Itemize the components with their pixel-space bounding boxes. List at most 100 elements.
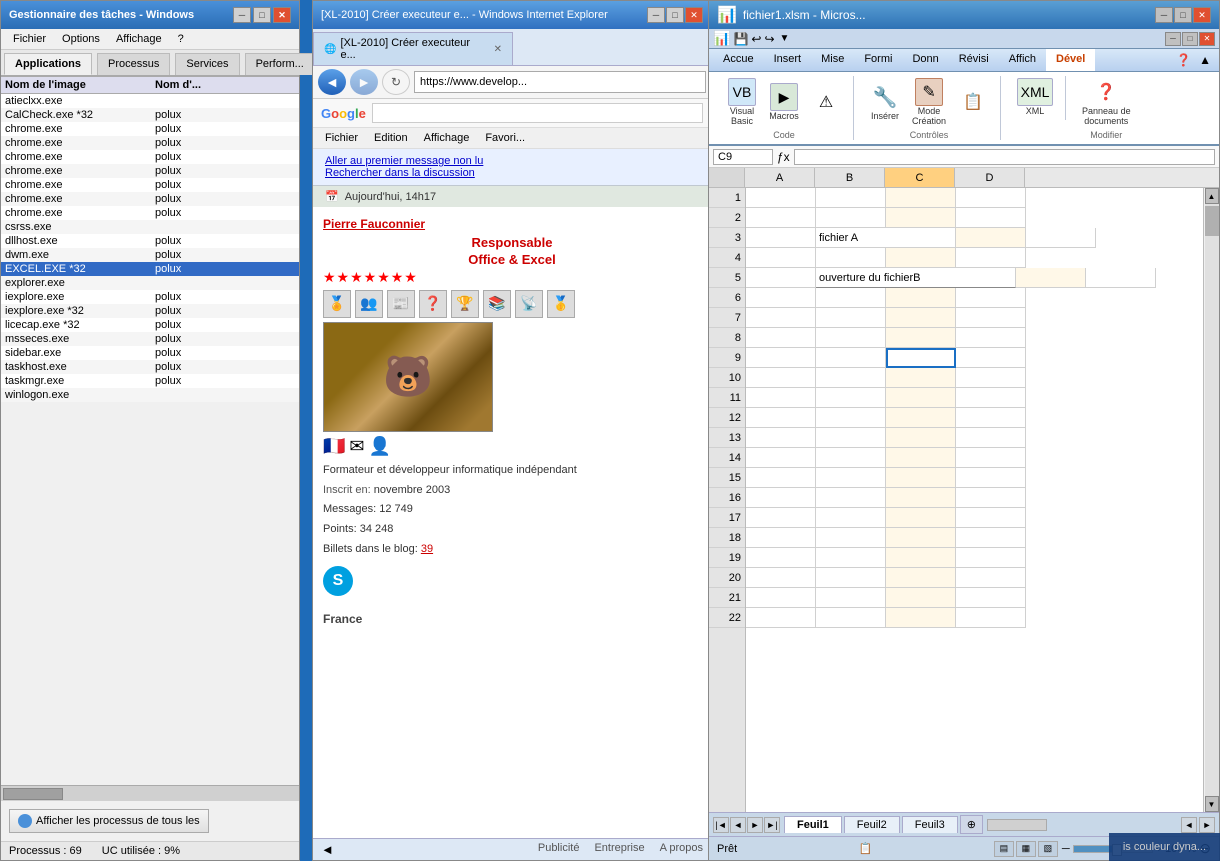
zoom-out-button[interactable]: ─ — [1062, 843, 1070, 855]
ribbon-tab-affichage[interactable]: Affich — [999, 49, 1046, 71]
inner-minimize-button[interactable]: ─ — [1165, 32, 1181, 46]
cell-A4[interactable] — [746, 248, 816, 268]
cell-D3[interactable] — [1026, 228, 1096, 248]
col-header-a[interactable]: A — [745, 168, 815, 187]
close-button[interactable]: ✕ — [273, 7, 291, 23]
browser-close-button[interactable]: ✕ — [685, 7, 703, 23]
sheet-nav-prev[interactable]: ◄ — [730, 817, 746, 833]
table-row[interactable]: iexplore.exepolux — [1, 290, 299, 304]
table-row[interactable]: dwm.exepolux — [1, 248, 299, 262]
mode-creation-button[interactable]: ✎ ModeCréation — [908, 76, 950, 128]
cell-C11[interactable] — [886, 388, 956, 408]
cell-B22[interactable] — [816, 608, 886, 628]
cell-B12[interactable] — [816, 408, 886, 428]
vertical-scrollbar[interactable]: ▲ ▼ — [1203, 188, 1219, 812]
visual-basic-button[interactable]: VB VisualBasic — [723, 76, 761, 128]
menu-help[interactable]: ? — [170, 31, 192, 47]
col-header-b[interactable]: B — [815, 168, 885, 187]
minimize-button[interactable]: ─ — [233, 7, 251, 23]
poster-name[interactable]: Pierre Fauconnier — [323, 217, 701, 231]
table-row[interactable]: EXCEL.EXE *32polux — [1, 262, 299, 276]
cell-D20[interactable] — [956, 568, 1026, 588]
cell-B15[interactable] — [816, 468, 886, 488]
cell-C13[interactable] — [886, 428, 956, 448]
footer-apropos[interactable]: A propos — [660, 842, 703, 857]
table-row[interactable]: chrome.exepolux — [1, 178, 299, 192]
table-row[interactable]: chrome.exepolux — [1, 206, 299, 220]
cell-C21[interactable] — [886, 588, 956, 608]
cell-D4[interactable] — [956, 248, 1026, 268]
browser-menu-fichier[interactable]: Fichier — [317, 130, 366, 146]
row-header[interactable]: 22 — [709, 608, 745, 628]
cell-C8[interactable] — [886, 328, 956, 348]
row-header[interactable]: 14 — [709, 448, 745, 468]
sheet-tab-feuil2[interactable]: Feuil2 — [844, 816, 900, 833]
cell-D7[interactable] — [956, 308, 1026, 328]
table-row[interactable]: dllhost.exepolux — [1, 234, 299, 248]
cell-A20[interactable] — [746, 568, 816, 588]
cell-A10[interactable] — [746, 368, 816, 388]
cell-B14[interactable] — [816, 448, 886, 468]
cell-A14[interactable] — [746, 448, 816, 468]
cell-B9[interactable] — [816, 348, 886, 368]
macro-security-button[interactable]: ⚠ — [807, 86, 845, 118]
col-header-d[interactable]: D — [955, 168, 1025, 187]
cell-A9[interactable] — [746, 348, 816, 368]
cell-C2[interactable] — [886, 208, 956, 228]
insert-control-button[interactable]: 🔧 Insérer — [866, 81, 904, 123]
cell-A12[interactable] — [746, 408, 816, 428]
footer-publicite[interactable]: Publicité — [538, 842, 580, 857]
browser-maximize-button[interactable]: □ — [666, 7, 684, 23]
cell-reference-box[interactable] — [713, 149, 773, 165]
sheet-nav-next[interactable]: ► — [747, 817, 763, 833]
nav-msg-1[interactable]: Aller au premier message non lu — [325, 155, 699, 167]
col-header-c[interactable]: C — [885, 168, 955, 187]
qat-dropdown-icon[interactable]: ▼ — [780, 33, 790, 44]
maximize-button[interactable]: □ — [253, 7, 271, 23]
menu-fichier[interactable]: Fichier — [5, 31, 54, 47]
sheet-nav-right-2[interactable]: ► — [1199, 817, 1215, 833]
cell-D11[interactable] — [956, 388, 1026, 408]
cell-C17[interactable] — [886, 508, 956, 528]
table-row[interactable]: licecap.exe *32polux — [1, 318, 299, 332]
sheet-hscroll-thumb[interactable] — [987, 819, 1047, 831]
tab-applications[interactable]: Applications — [4, 53, 92, 75]
cell-C7[interactable] — [886, 308, 956, 328]
cell-D15[interactable] — [956, 468, 1026, 488]
cell-B6[interactable] — [816, 288, 886, 308]
row-header[interactable]: 4 — [709, 248, 745, 268]
qat-undo-icon[interactable]: ↩ — [751, 32, 761, 46]
table-row[interactable]: winlogon.exe — [1, 388, 299, 402]
row-header[interactable]: 3 — [709, 228, 745, 248]
refresh-button[interactable]: ↻ — [382, 69, 410, 95]
tab-processus[interactable]: Processus — [97, 53, 170, 75]
ribbon-tab-mise[interactable]: Mise — [811, 49, 854, 71]
table-row[interactable]: explorer.exe — [1, 276, 299, 290]
ribbon-tab-help-icon[interactable]: ❓ — [1172, 49, 1195, 71]
cell-B19[interactable] — [816, 548, 886, 568]
table-row[interactable]: CalCheck.exe *32polux — [1, 108, 299, 122]
google-search-input[interactable] — [372, 103, 703, 123]
cell-D13[interactable] — [956, 428, 1026, 448]
cell-C9[interactable] — [886, 348, 956, 368]
row-header[interactable]: 5 — [709, 268, 745, 288]
browser-menu-edition[interactable]: Edition — [366, 130, 416, 146]
table-row[interactable]: taskmgr.exepolux — [1, 374, 299, 388]
cell-C20[interactable] — [886, 568, 956, 588]
sheet-tab-feuil3[interactable]: Feuil3 — [902, 816, 958, 833]
ribbon-tab-developpeur[interactable]: Dével — [1046, 49, 1095, 71]
cell-D22[interactable] — [956, 608, 1026, 628]
excel-restore-button[interactable]: □ — [1174, 7, 1192, 23]
cell-A2[interactable] — [746, 208, 816, 228]
row-header[interactable]: 11 — [709, 388, 745, 408]
formula-input[interactable] — [794, 149, 1215, 165]
properties-button[interactable]: 📋 — [954, 86, 992, 118]
browser-tab-active[interactable]: 🌐 [XL-2010] Créer executeur e... ✕ — [313, 32, 513, 65]
menu-affichage[interactable]: Affichage — [108, 31, 170, 47]
table-row[interactable]: atieclxx.exe — [1, 94, 299, 108]
row-header[interactable]: 9 — [709, 348, 745, 368]
scroll-down-button[interactable]: ▼ — [1205, 796, 1219, 812]
cell-D1[interactable] — [956, 188, 1026, 208]
nav-msg-2[interactable]: Rechercher dans la discussion — [325, 167, 699, 179]
row-header[interactable]: 18 — [709, 528, 745, 548]
